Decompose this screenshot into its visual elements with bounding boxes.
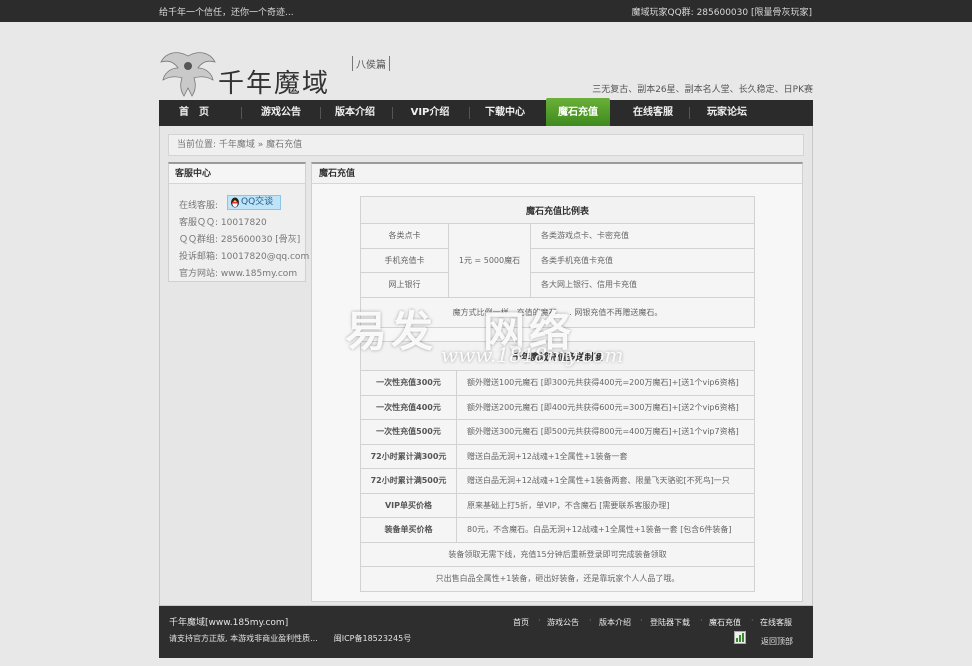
ratio-desc: 各类手机充值卡充值	[530, 247, 755, 273]
winged-emblem-icon	[160, 52, 216, 97]
table-row: 各类点卡 1元 = 5000魔石 各类游戏点卡、卡密充值	[360, 223, 755, 298]
nav-item-news[interactable]: 游戏公告	[243, 100, 319, 126]
nav-separator	[241, 107, 242, 119]
ratio-rate: 1元 = 5000魔石	[448, 223, 531, 298]
recharge-panel-title: 魔石充值	[312, 164, 802, 184]
ratio-method: 各类点卡	[360, 223, 449, 249]
nav-separator	[392, 107, 393, 119]
nav-item-recharge[interactable]: 魔石充值	[546, 98, 610, 126]
qq-penguin-icon	[231, 197, 239, 208]
table-row: 网上银行 各大网上银行、信用卡充值	[360, 272, 755, 298]
header-slogan: 三无复古、副本26星、副本名人堂、长久稳定、日PK赛	[592, 85, 813, 95]
footer: 千年魔域[www.185my.com] 请支持官方正版, 本游戏非商业盈利性质.…	[159, 606, 813, 658]
footer-separator: ·	[538, 616, 541, 625]
ratio-desc: 各类游戏点卡、卡密充值	[530, 223, 755, 249]
bonus-key: 一次性充值400元	[360, 394, 457, 420]
qq-chat-button[interactable]: QQ交谈	[227, 195, 281, 210]
bonus-note: 只出售白品全属性+1装备，砸出好装备，还是靠玩家个人人品了哦。	[360, 566, 755, 592]
table-row: VIP单买价格 原来基础上打5折，单VIP，不含魔石 [需要联系客服办理]	[360, 492, 755, 518]
qq-chat-label: QQ交谈	[241, 197, 274, 207]
bonus-value: 额外赠送200元魔石 [即400元共获得600元=300万魔石]+[送2个vip…	[456, 394, 755, 420]
table-row: 装备单买价格 80元，不含魔石。白品无洞+12战魂+1全属性+1装备一套 [包含…	[360, 517, 755, 543]
ratio-method: 手机充值卡	[360, 247, 449, 273]
nav-separator	[689, 107, 690, 119]
nav-separator	[469, 107, 470, 119]
bonus-value: 原来基础上打5折，单VIP，不含魔石 [需要联系客服办理]	[456, 492, 755, 518]
service-email: 投诉邮箱: 10017820@qq.com	[179, 252, 310, 262]
service-online-label: 在线客服:	[179, 201, 219, 211]
bonus-table-title: 千年魔域充值多送制度	[360, 341, 755, 371]
bonus-key: 72小时累计满300元	[360, 443, 457, 469]
top-bar-welcome: 给千年一个信任，还你一个奇迹...	[159, 8, 294, 18]
footer-separator: ·	[700, 616, 703, 625]
footer-separator: ·	[589, 616, 592, 625]
footer-site-name: 千年魔域[www.185my.com]	[169, 618, 289, 628]
bonus-key: 装备单买价格	[360, 517, 457, 543]
nav-item-download[interactable]: 下载中心	[471, 100, 539, 126]
footer-link-news[interactable]: 游戏公告	[547, 617, 579, 628]
bonus-key: 一次性充值500元	[360, 419, 457, 445]
nav-item-home[interactable]: 首 页	[159, 100, 229, 126]
service-panel: 客服中心 在线客服: QQ交谈 客服ＱＱ: 10017820 ＱＱ群组: 285…	[168, 162, 310, 282]
table-row: 一次性充值500元 额外赠送300元魔石 [即500元共获得800元=400万魔…	[360, 419, 755, 445]
bonus-key: VIP单买价格	[360, 492, 457, 518]
table-row: 72小时累计满300元 赠送白品无洞+12战魂+1全属性+1装备一套	[360, 443, 755, 469]
ratio-desc: 各大网上银行、信用卡充值	[530, 272, 755, 298]
footer-link-recharge[interactable]: 魔石充值	[709, 617, 741, 628]
bonus-key: 一次性充值300元	[360, 370, 457, 396]
table-row: 一次性充值400元 额外赠送200元魔石 [即400元共获得600元=300万魔…	[360, 394, 755, 420]
bonus-value: 额外赠送100元魔石 [即300元共获得400元=200万魔石]+[送1个vip…	[456, 370, 755, 396]
service-website: 官方网站: www.185my.com	[179, 269, 298, 279]
service-qq: 客服ＱＱ: 10017820	[179, 218, 267, 228]
bar-chart-icon	[736, 633, 744, 642]
logo-title: 千年魔域	[218, 69, 331, 99]
bonus-key: 72小时累计满500元	[360, 468, 457, 494]
bonus-value: 80元，不含魔石。白品无洞+12战魂+1全属性+1装备一套 [包含6件装备]	[456, 517, 755, 543]
table-row: 72小时累计满500元 赠送白品无洞+12战魂+1全属性+1装备两套、限量飞天骆…	[360, 468, 755, 494]
footer-link-version[interactable]: 版本介绍	[599, 617, 631, 628]
bonus-value: 赠送白品无洞+12战魂+1全属性+1装备两套、限量飞天骆驼[不死鸟]一只	[456, 468, 755, 494]
nav-item-vip[interactable]: VIP介绍	[394, 100, 466, 126]
nav-item-version[interactable]: 版本介绍	[321, 100, 389, 126]
table-row: 一次性充值300元 额外赠送100元魔石 [即300元共获得400元=200万魔…	[360, 370, 755, 396]
footer-link-support[interactable]: 在线客服	[760, 617, 792, 628]
footer-separator: ·	[751, 616, 754, 625]
top-bar-qq-group: 魔域玩家QQ群: 285600030 [限量骨灰玩家]	[631, 8, 812, 18]
service-group: ＱＱ群组: 285600030 [骨灰]	[179, 235, 301, 245]
ratio-table: 魔石充值比例表 各类点卡 1元 = 5000魔石 各类游戏点卡、卡密充值 手机充…	[360, 196, 755, 328]
site-logo[interactable]: 千年魔域 八侯篇	[160, 48, 400, 99]
ratio-table-title: 魔石充值比例表	[360, 196, 755, 224]
nav-item-support[interactable]: 在线客服	[620, 100, 686, 126]
main-nav: 首 页 游戏公告 版本介绍 VIP介绍 下载中心 魔石充值 在线客服 玩家论坛	[159, 98, 813, 126]
top-bar: 给千年一个信任，还你一个奇迹... 魔域玩家QQ群: 285600030 [限量…	[0, 0, 972, 22]
service-panel-title: 客服中心	[169, 164, 305, 184]
bonus-value: 赠送白品无洞+12战魂+1全属性+1装备一套	[456, 443, 755, 469]
ratio-method: 网上银行	[360, 272, 449, 298]
breadcrumb: 当前位置: 千年魔域 » 魔石充值	[168, 134, 804, 156]
footer-link-download[interactable]: 登陆器下载	[650, 617, 690, 628]
recharge-panel: 魔石充值 魔石充值比例表 各类点卡 1元 = 5000魔石 各类游戏点卡、卡密充…	[311, 162, 803, 602]
footer-link-home[interactable]: 首页	[513, 617, 529, 628]
back-to-top-link[interactable]: 返回顶部	[761, 636, 793, 647]
bonus-value: 额外赠送300元魔石 [即500元共获得800元=400万魔石]+[送1个vip…	[456, 419, 755, 445]
ratio-note: 魔方式比例一样，充值的魔石 . . . 网银充值不再赠送魔石。	[360, 296, 755, 328]
table-row: 手机充值卡 各类手机充值卡充值	[360, 247, 755, 273]
bonus-table: 千年魔域充值多送制度 一次性充值300元 额外赠送100元魔石 [即300元共获…	[360, 341, 755, 592]
service-online: 在线客服: QQ交谈	[179, 195, 281, 211]
stats-icon[interactable]	[734, 631, 746, 644]
bonus-note: 装备领取无需下线，充值15分钟后重新登录即可完成装备领取	[360, 541, 755, 567]
logo-subtitle: 八侯篇	[352, 56, 390, 71]
footer-separator: ·	[640, 616, 643, 625]
nav-item-forum[interactable]: 玩家论坛	[691, 100, 763, 126]
footer-note: 请支持官方正版, 本游戏非商业盈利性质... 闽ICP备18523245号	[169, 634, 412, 643]
